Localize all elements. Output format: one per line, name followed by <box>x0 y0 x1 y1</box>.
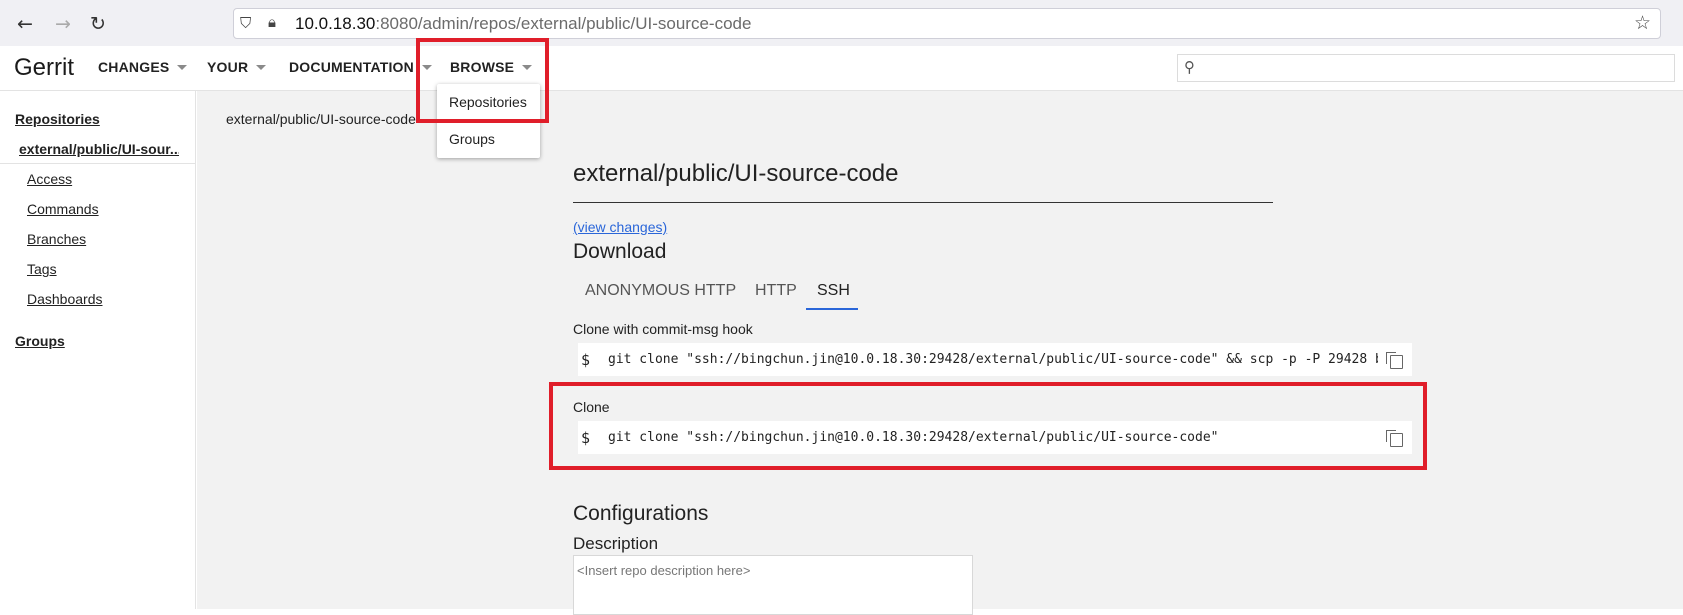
active-tab-indicator <box>806 308 858 310</box>
search-input[interactable] <box>1177 54 1675 82</box>
copy-icon[interactable] <box>1386 352 1403 369</box>
sidebar-item-access[interactable]: Access <box>27 171 72 187</box>
caret-down-icon <box>177 64 188 70</box>
nav-your[interactable]: YOUR <box>207 59 267 75</box>
sidebar-repositories[interactable]: Repositories <box>15 111 100 127</box>
bookmark-star-icon[interactable]: ☆ <box>1634 12 1651 34</box>
configurations-heading: Configurations <box>573 502 709 525</box>
title-divider <box>573 202 1273 203</box>
breadcrumb: external/public/UI-source-code <box>226 111 416 127</box>
description-label: Description <box>573 534 659 553</box>
prompt-symbol: $ <box>581 351 591 369</box>
tab-http[interactable]: HTTP <box>755 282 797 300</box>
insecure-lock-icon[interactable]: 🔒︎ <box>268 13 276 31</box>
page-title: external/public/UI-source-code <box>573 160 899 187</box>
tab-ssh[interactable]: SSH <box>817 282 850 300</box>
menu-item-groups[interactable]: Groups <box>449 131 495 147</box>
sidebar-item-tags[interactable]: Tags <box>27 261 57 277</box>
sidebar-item-branches[interactable]: Branches <box>27 231 86 247</box>
description-placeholder: <Insert repo description here> <box>577 563 751 578</box>
sidebar-divider <box>0 163 196 164</box>
forward-icon[interactable]: → <box>49 10 77 38</box>
view-changes-link[interactable]: (view changes) <box>573 219 667 235</box>
gerrit-logo[interactable]: Gerrit <box>14 54 74 82</box>
nav-changes[interactable]: CHANGES <box>98 59 188 75</box>
sidebar-groups[interactable]: Groups <box>15 333 65 349</box>
sidebar <box>0 91 196 609</box>
reload-icon[interactable]: ↻ <box>84 10 112 38</box>
sidebar-repo-name[interactable]: external/public/UI-sour... <box>19 141 179 157</box>
back-icon[interactable]: ← <box>11 10 39 38</box>
tab-anonymous-http[interactable]: ANONYMOUS HTTP <box>585 282 736 300</box>
download-heading: Download <box>573 240 667 263</box>
shield-icon: ⛉ <box>240 14 252 32</box>
annotation-highlight-browse <box>416 38 549 123</box>
search-icon: ⚲ <box>1184 58 1195 76</box>
annotation-highlight-clone <box>549 382 1427 470</box>
clone-hook-command[interactable]: git clone "ssh://bingchun.jin@10.0.18.30… <box>608 352 1378 367</box>
caret-down-icon <box>256 64 267 70</box>
nav-documentation[interactable]: DOCUMENTATION <box>289 59 432 75</box>
sidebar-item-commands[interactable]: Commands <box>27 201 99 217</box>
sidebar-item-dashboards[interactable]: Dashboards <box>27 291 103 307</box>
clone-hook-label: Clone with commit-msg hook <box>573 321 753 337</box>
url-text: 10.0.18.30:8080/admin/repos/external/pub… <box>295 14 752 33</box>
